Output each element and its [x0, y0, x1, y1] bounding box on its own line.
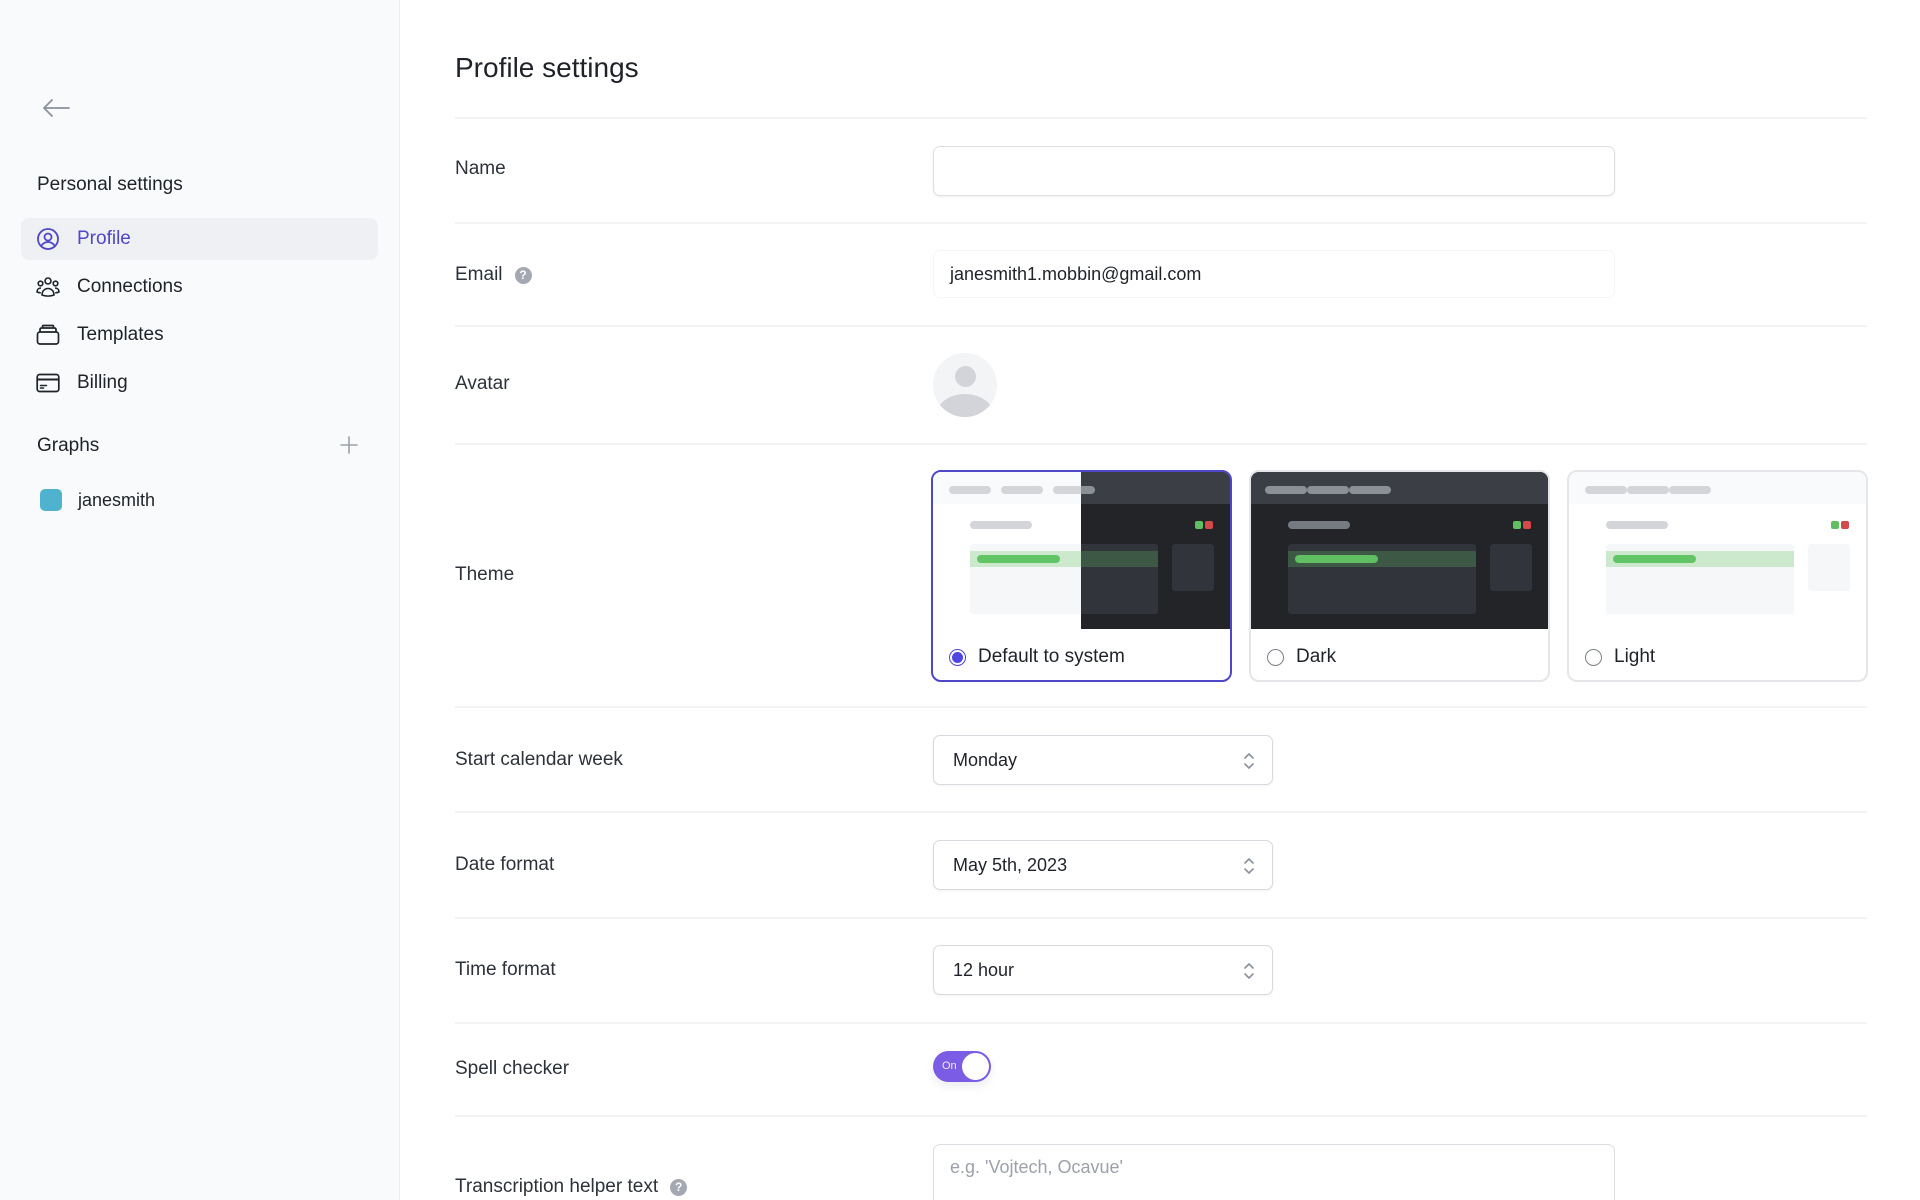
email-field: janesmith1.mobbin@gmail.com	[933, 250, 1615, 298]
divider	[455, 917, 1867, 919]
theme-preview-light	[1569, 472, 1866, 629]
divider	[455, 325, 1867, 327]
sidebar-item-profile[interactable]: Profile	[21, 218, 378, 260]
back-button[interactable]	[36, 92, 76, 124]
graphs-heading: Graphs	[37, 435, 100, 456]
chevron-up-down-icon	[1244, 753, 1254, 769]
credit-card-icon	[35, 370, 61, 396]
start-week-label: Start calendar week	[455, 749, 623, 771]
radio-selected-icon	[949, 648, 966, 666]
theme-label-text: Theme	[455, 564, 515, 585]
email-label-text: Email	[455, 264, 503, 285]
theme-radio-dark[interactable]: Dark	[1267, 646, 1336, 668]
help-circle-icon[interactable]: ?	[514, 266, 532, 284]
chevron-up-down-icon	[1244, 963, 1254, 979]
sidebar-item-connections[interactable]: Connections	[21, 266, 378, 308]
spell-checker-label: Spell checker	[455, 1058, 569, 1080]
start-week-label-text: Start calendar week	[455, 749, 623, 770]
spell-checker-toggle[interactable]: On	[933, 1051, 991, 1082]
personal-settings-heading: Personal settings	[37, 174, 183, 195]
time-format-label: Time format	[455, 959, 556, 981]
toggle-state-label: On	[942, 1060, 957, 1072]
avatar-label: Avatar	[455, 373, 510, 395]
profile-settings-panel: Profile settings Name Email ? janesmith1…	[455, 0, 1868, 1200]
sidebar-item-label: Profile	[77, 228, 131, 249]
avatar[interactable]	[933, 353, 997, 417]
divider	[455, 117, 1867, 119]
time-format-label-text: Time format	[455, 959, 556, 980]
theme-radio-light[interactable]: Light	[1585, 646, 1655, 668]
sidebar-item-label: Billing	[77, 372, 128, 393]
transcription-helper-input[interactable]	[933, 1144, 1615, 1200]
date-format-label: Date format	[455, 854, 554, 876]
add-graph-button[interactable]	[336, 432, 362, 458]
date-format-select[interactable]: May 5th, 2023	[933, 840, 1273, 890]
theme-option-label: Dark	[1296, 646, 1337, 667]
sidebar-item-label: Connections	[77, 276, 183, 297]
divider	[455, 706, 1867, 708]
name-input[interactable]	[933, 146, 1615, 196]
transcription-label: Transcription helper text ?	[455, 1176, 688, 1198]
select-value: 12 hour	[953, 959, 1015, 980]
divider	[455, 1022, 1867, 1024]
plus-icon	[340, 436, 358, 454]
radio-unselected-icon	[1267, 648, 1284, 666]
graph-item-janesmith[interactable]: janesmith	[21, 480, 378, 520]
avatar-label-text: Avatar	[455, 373, 510, 394]
sidebar: Personal settings Profile Connections Te…	[0, 0, 400, 1200]
transcription-label-text: Transcription helper text	[455, 1176, 659, 1197]
divider	[455, 1115, 1867, 1117]
time-format-select[interactable]: 12 hour	[933, 945, 1273, 995]
theme-radio-system[interactable]: Default to system	[949, 646, 1125, 668]
user-circle-icon	[35, 226, 61, 252]
avatar-placeholder-icon	[955, 366, 976, 387]
theme-preview-dark	[1251, 472, 1548, 629]
chevron-up-down-icon	[1244, 858, 1254, 874]
toggle-knob	[962, 1053, 989, 1080]
radio-unselected-icon	[1585, 648, 1602, 666]
theme-option-dark[interactable]: Dark	[1249, 470, 1550, 682]
template-stack-icon	[35, 322, 61, 348]
arrow-left-icon	[43, 99, 70, 117]
graph-color-swatch	[40, 489, 62, 511]
theme-option-system[interactable]: Default to system	[931, 470, 1232, 682]
email-value: janesmith1.mobbin@gmail.com	[950, 263, 1202, 284]
divider	[455, 443, 1867, 445]
users-group-icon	[35, 274, 61, 300]
divider	[455, 811, 1867, 813]
theme-option-light[interactable]: Light	[1567, 470, 1868, 682]
sidebar-item-templates[interactable]: Templates	[21, 314, 378, 356]
sidebar-item-label: Templates	[77, 324, 164, 345]
theme-label: Theme	[455, 564, 514, 586]
graph-name: janesmith	[78, 489, 156, 510]
divider	[455, 222, 1867, 224]
help-circle-icon[interactable]: ?	[670, 1178, 688, 1196]
spell-checker-label-text: Spell checker	[455, 1058, 570, 1079]
name-label: Name	[455, 158, 506, 180]
theme-option-label: Light	[1614, 646, 1656, 667]
page-title: Profile settings	[455, 52, 639, 83]
select-value: May 5th, 2023	[953, 854, 1068, 875]
sidebar-item-billing[interactable]: Billing	[21, 362, 378, 404]
name-label-text: Name	[455, 158, 506, 179]
theme-preview-system	[933, 472, 1230, 629]
start-week-select[interactable]: Monday	[933, 735, 1273, 785]
theme-option-label: Default to system	[978, 646, 1125, 667]
date-format-label-text: Date format	[455, 854, 555, 875]
email-label: Email ?	[455, 264, 532, 286]
avatar-placeholder-body	[937, 394, 993, 417]
select-value: Monday	[953, 749, 1018, 770]
